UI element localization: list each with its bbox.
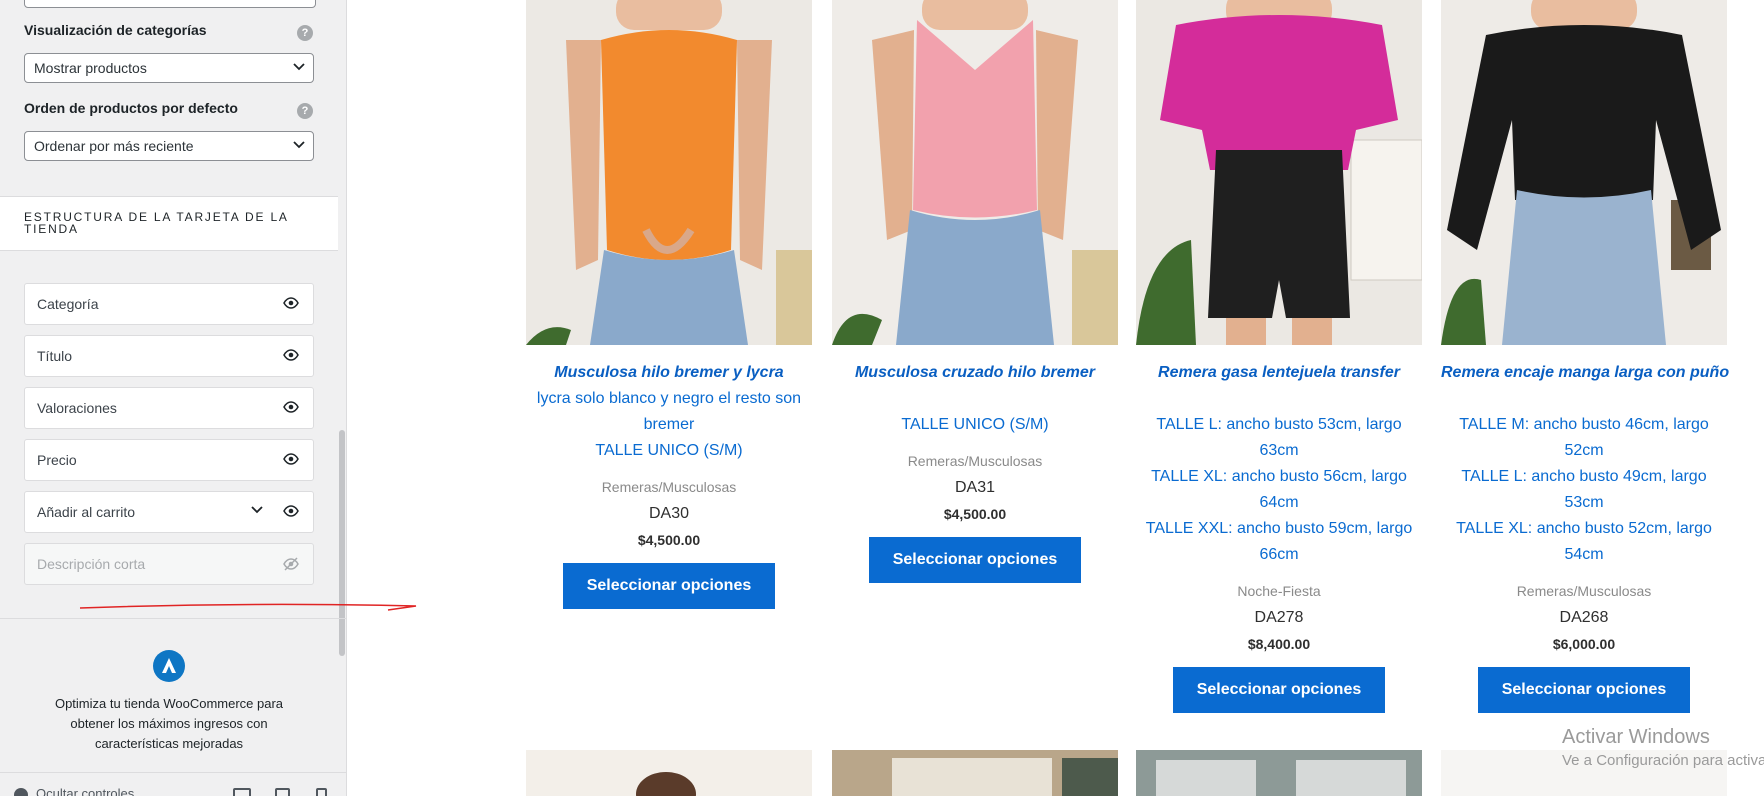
description-line: TALLE XL: ancho busto 52cm, largo	[1456, 520, 1712, 537]
structure-item-add-to-cart[interactable]: Añadir al carrito	[24, 491, 314, 533]
product-sku: DA31	[954, 479, 996, 496]
category-display-label: Visualización de categorías	[24, 22, 207, 38]
chevron-down-icon	[293, 141, 305, 149]
garment-shape	[601, 30, 737, 260]
default-order-select[interactable]: Ordenar por más reciente	[24, 131, 314, 161]
product-description: lycra solo blanco y negro el resto son b…	[526, 386, 812, 464]
hide-controls-button[interactable]: Ocultar controles	[14, 786, 134, 796]
product-category[interactable]: Remeras/Musculosas	[832, 452, 1118, 470]
customizer-sidebar: Visualización de categorías ? Mostrar pr…	[0, 0, 347, 796]
product-category[interactable]: Remeras/Musculosas	[1441, 582, 1727, 600]
description-line: TALLE UNICO (S/M)	[901, 416, 1049, 433]
product-price: $8,400.00	[1247, 636, 1311, 652]
structure-item-label: Descripción corta	[37, 556, 146, 572]
category-display-value: Mostrar productos	[34, 60, 147, 76]
description-line: bremer	[643, 416, 695, 433]
help-icon[interactable]: ?	[297, 103, 313, 119]
product-sku: DA30	[648, 505, 690, 522]
description-line	[1441, 386, 1727, 412]
description-line: TALLE L: ancho busto 53cm, largo 63cm	[1156, 416, 1402, 459]
product-category[interactable]: Remeras/Musculosas	[526, 478, 812, 496]
product-image[interactable]	[1136, 0, 1422, 345]
product-image[interactable]	[832, 0, 1118, 345]
product-card: Remera encaje manga larga con puño TALLE…	[1441, 0, 1729, 713]
sidebar-divider	[0, 618, 346, 619]
mobile-preview-icon[interactable]	[316, 788, 327, 796]
description-line: 66cm	[1259, 546, 1299, 563]
product-category[interactable]: Noche-Fiesta	[1136, 582, 1422, 600]
eye-icon[interactable]	[283, 401, 299, 413]
product-image[interactable]	[1441, 0, 1727, 345]
help-icon[interactable]: ?	[297, 25, 313, 41]
tablet-preview-icon[interactable]	[275, 788, 290, 796]
eye-hidden-icon[interactable]	[283, 557, 299, 571]
product-image-next-row[interactable]	[832, 750, 1118, 796]
structure-item-label: Título	[37, 348, 73, 364]
product-title[interactable]: Musculosa cruzado hilo bremer	[832, 362, 1118, 384]
chevron-down-icon[interactable]	[251, 506, 263, 514]
eye-icon[interactable]	[283, 297, 299, 309]
product-description: TALLE L: ancho busto 53cm, largo 63cm TA…	[1136, 386, 1422, 568]
default-order-label: Orden de productos por defecto	[24, 100, 238, 116]
description-line	[1136, 386, 1422, 412]
product-description: TALLE UNICO (S/M)	[832, 386, 1118, 438]
section-title: ESTRUCTURA DE LA TARJETA DE LA TIENDA	[24, 210, 289, 236]
select-options-button[interactable]: Seleccionar opciones	[1478, 667, 1690, 713]
category-display-select[interactable]: Mostrar productos	[24, 53, 314, 83]
chevron-down-icon	[293, 63, 305, 71]
product-description: TALLE M: ancho busto 46cm, largo 52cm TA…	[1441, 386, 1727, 568]
product-sku: DA268	[1559, 609, 1609, 626]
product-image-next-row[interactable]	[1136, 750, 1422, 796]
hide-controls-label: Ocultar controles	[36, 786, 135, 796]
structure-item-category[interactable]: Categoría	[24, 283, 314, 325]
structure-item-label: Valoraciones	[37, 400, 117, 416]
product-price: $4,500.00	[943, 506, 1007, 522]
description-line: TALLE UNICO (S/M)	[595, 442, 743, 459]
desktop-preview-icon[interactable]	[233, 788, 251, 796]
product-price: $4,500.00	[637, 532, 701, 548]
structure-item-label: Añadir al carrito	[37, 504, 136, 520]
section-header: ESTRUCTURA DE LA TARJETA DE LA TIENDA	[0, 196, 338, 251]
eye-icon[interactable]	[283, 453, 299, 465]
description-line: TALLE L: ancho busto 49cm, largo 53cm	[1461, 468, 1707, 511]
previous-field[interactable]	[24, 0, 316, 8]
description-line: TALLE XL: ancho busto 56cm, largo	[1151, 468, 1407, 485]
description-line: 64cm	[1259, 494, 1299, 511]
red-annotation-line	[79, 603, 417, 611]
product-image[interactable]	[526, 0, 812, 345]
select-options-button[interactable]: Seleccionar opciones	[563, 563, 775, 609]
eye-icon[interactable]	[283, 505, 299, 517]
footer-divider	[0, 772, 346, 773]
product-title[interactable]: Remera gasa lentejuela transfer	[1136, 362, 1422, 384]
structure-item-label: Precio	[37, 452, 77, 468]
default-order-value: Ordenar por más reciente	[34, 138, 194, 154]
description-line: lycra solo blanco y negro el resto son	[536, 390, 802, 407]
collapse-icon	[14, 787, 28, 796]
product-card: Musculosa cruzado hilo bremer TALLE UNIC…	[832, 0, 1118, 583]
structure-item-label: Categoría	[37, 296, 99, 312]
astra-logo-icon	[153, 650, 185, 682]
windows-activation-subtitle: Ve a Configuración para activar	[1562, 752, 1764, 769]
description-line: 54cm	[1564, 546, 1604, 563]
promo-text: Optimiza tu tienda WooCommerce para obte…	[54, 696, 284, 751]
structure-item-price[interactable]: Precio	[24, 439, 314, 481]
product-price: $6,000.00	[1552, 636, 1616, 652]
description-line: TALLE XXL: ancho busto 59cm, largo	[1145, 520, 1413, 537]
product-sku: DA278	[1254, 609, 1304, 626]
windows-activation-title: Activar Windows	[1562, 726, 1710, 748]
sidebar-scrollbar[interactable]	[339, 430, 345, 656]
select-options-button[interactable]: Seleccionar opciones	[1173, 667, 1385, 713]
product-title[interactable]: Musculosa hilo bremer y lycra	[526, 362, 812, 384]
description-line: TALLE M: ancho busto 46cm, largo 52cm	[1459, 416, 1709, 459]
structure-item-ratings[interactable]: Valoraciones	[24, 387, 314, 429]
select-options-button[interactable]: Seleccionar opciones	[869, 537, 1081, 583]
product-title[interactable]: Remera encaje manga larga con puño	[1441, 362, 1729, 384]
structure-item-short-description[interactable]: Descripción corta	[24, 543, 314, 585]
product-card: Musculosa hilo bremer y lycra lycra solo…	[526, 0, 812, 609]
eye-icon[interactable]	[283, 349, 299, 361]
description-line	[832, 386, 1118, 412]
structure-item-title[interactable]: Título	[24, 335, 314, 377]
product-card: Remera gasa lentejuela transfer TALLE L:…	[1136, 0, 1422, 713]
product-image-next-row[interactable]	[526, 750, 812, 796]
